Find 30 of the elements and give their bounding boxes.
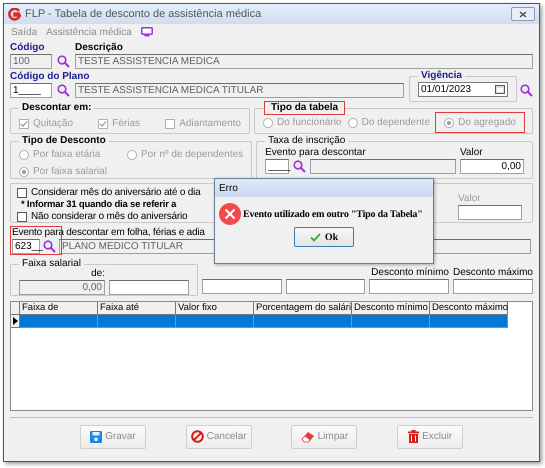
- field-label: de:: [91, 268, 105, 280]
- group-title: Tipo da tabela: [265, 102, 344, 114]
- group-title: Vigência: [420, 70, 463, 82]
- field-label: Código: [10, 42, 46, 54]
- radio-label: Por faixa salarial: [33, 165, 107, 179]
- note-text: * Informar 31 quando dia se referir a: [20, 199, 178, 210]
- field-label: Valor: [458, 193, 482, 205]
- radio-label: Do dependente: [362, 116, 430, 130]
- radio-label: Por faixa etária: [33, 148, 100, 162]
- field-label: Desconto máximo: [452, 267, 533, 279]
- group-title: Tipo de Desconto: [21, 135, 107, 147]
- radio-label: Do agregado: [458, 116, 516, 130]
- group-title: Taxa de inscrição: [267, 135, 346, 147]
- checkbox-label: Considerar mês do aniversário até o dia: [31, 187, 201, 198]
- group-title: Faixa salarial: [21, 258, 82, 270]
- field-label: Evento para descontar: [265, 147, 367, 159]
- checkbox-label: Quitação: [33, 117, 74, 131]
- group-title: Descontar em:: [21, 102, 92, 114]
- window-title: FLP - Tabela de desconto de assistência médica: [25, 6, 262, 22]
- field-label: Descrição: [75, 42, 124, 54]
- checkbox-label: Não considerar o mês do aniversário: [31, 211, 188, 222]
- field-label: Valor: [460, 147, 484, 159]
- field-label: Código do Plano: [10, 71, 90, 83]
- dialog-title: Erro: [219, 182, 238, 196]
- radio-label: Do funcionário: [277, 116, 342, 130]
- radio-label: Por nº de dependentes: [141, 148, 244, 162]
- field-label: Desconto mínimo: [371, 267, 449, 279]
- checkbox-label: Adiantamento: [179, 117, 241, 131]
- checkbox-label: Férias: [112, 117, 140, 131]
- error-message: Evento utilizado em outro "Tipo da Tabela": [243, 208, 423, 222]
